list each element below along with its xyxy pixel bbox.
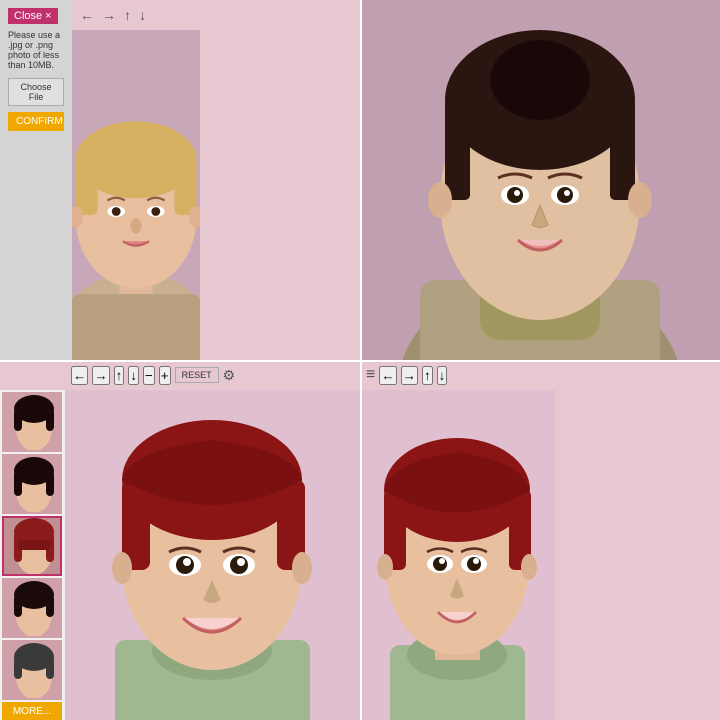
bnl-down-btn[interactable]: ↓ <box>128 366 139 385</box>
photo-area-bottom-right <box>360 390 555 720</box>
bnr-up-btn[interactable]: ↑ <box>422 366 433 385</box>
bnl-minus-btn[interactable]: − <box>143 366 155 385</box>
quadrant-bottom-right: ≡ ← → ↑ ↓ Close × Model Female Male Your… <box>360 360 720 720</box>
bnr-left-btn[interactable]: ← <box>379 366 396 385</box>
thumb-svg-5 <box>4 642 62 700</box>
face-svg-bl <box>65 390 360 720</box>
upload-panel: Close × Please use a .jpg or .png photo … <box>0 0 72 360</box>
upload-instructions: Please use a .jpg or .png photo of less … <box>8 30 64 70</box>
nav-up-btn[interactable]: ↑ <box>122 5 133 25</box>
settings-icon-btn[interactable]: ⚙ <box>223 367 236 384</box>
bnl-up-btn[interactable]: ↑ <box>114 366 125 385</box>
reset-button[interactable]: RESET <box>175 367 219 383</box>
thumbnail-4[interactable] <box>2 578 62 638</box>
thumb-svg-3 <box>4 518 62 576</box>
thumb-svg-4 <box>4 580 62 638</box>
face-svg-br <box>360 390 555 720</box>
bnr-right-btn[interactable]: → <box>401 366 418 385</box>
thumbnail-1[interactable] <box>2 392 62 452</box>
bnl-right-btn[interactable]: → <box>92 366 109 385</box>
face-svg-tl <box>72 30 200 360</box>
thumb-svg-2 <box>4 456 62 514</box>
photo-area-bottom-left <box>65 390 360 720</box>
face-svg-tr <box>360 0 720 360</box>
photo-area-top-left <box>72 30 200 360</box>
nav-left-btn[interactable]: ← <box>78 5 96 25</box>
confirm-button[interactable]: CONFIRM <box>8 112 64 131</box>
quadrant-bottom-left: MORE... ← → ↑ ↓ − + RESET ⚙ <box>0 360 360 720</box>
nav-bar-bottom-left: ← → ↑ ↓ − + RESET ⚙ <box>65 360 360 390</box>
thumbnail-strip: MORE... <box>0 390 65 720</box>
more-button[interactable]: MORE... <box>2 702 62 720</box>
thumbnail-5[interactable] <box>2 640 62 700</box>
quadrant-top-right <box>360 0 720 360</box>
bnr-down-btn[interactable]: ↓ <box>437 366 448 385</box>
thumbnail-3[interactable] <box>2 516 62 576</box>
nav-right-btn[interactable]: → <box>100 5 118 25</box>
thumbnail-2[interactable] <box>2 454 62 514</box>
upload-close-button[interactable]: Close × <box>8 8 58 24</box>
bnl-left-btn[interactable]: ← <box>71 366 88 385</box>
bnl-plus-btn[interactable]: + <box>159 366 171 385</box>
vertical-divider <box>360 0 362 720</box>
hamburger-icon: ≡ <box>366 366 375 384</box>
choose-file-button[interactable]: Choose File <box>8 78 64 106</box>
thumb-svg-1 <box>4 394 62 452</box>
nav-bar-top-left: ← → ↑ ↓ <box>72 0 360 30</box>
nav-bar-bottom-right: ≡ ← → ↑ ↓ <box>360 360 555 390</box>
photo-area-top-right <box>360 0 720 360</box>
nav-down-btn[interactable]: ↓ <box>137 5 148 25</box>
